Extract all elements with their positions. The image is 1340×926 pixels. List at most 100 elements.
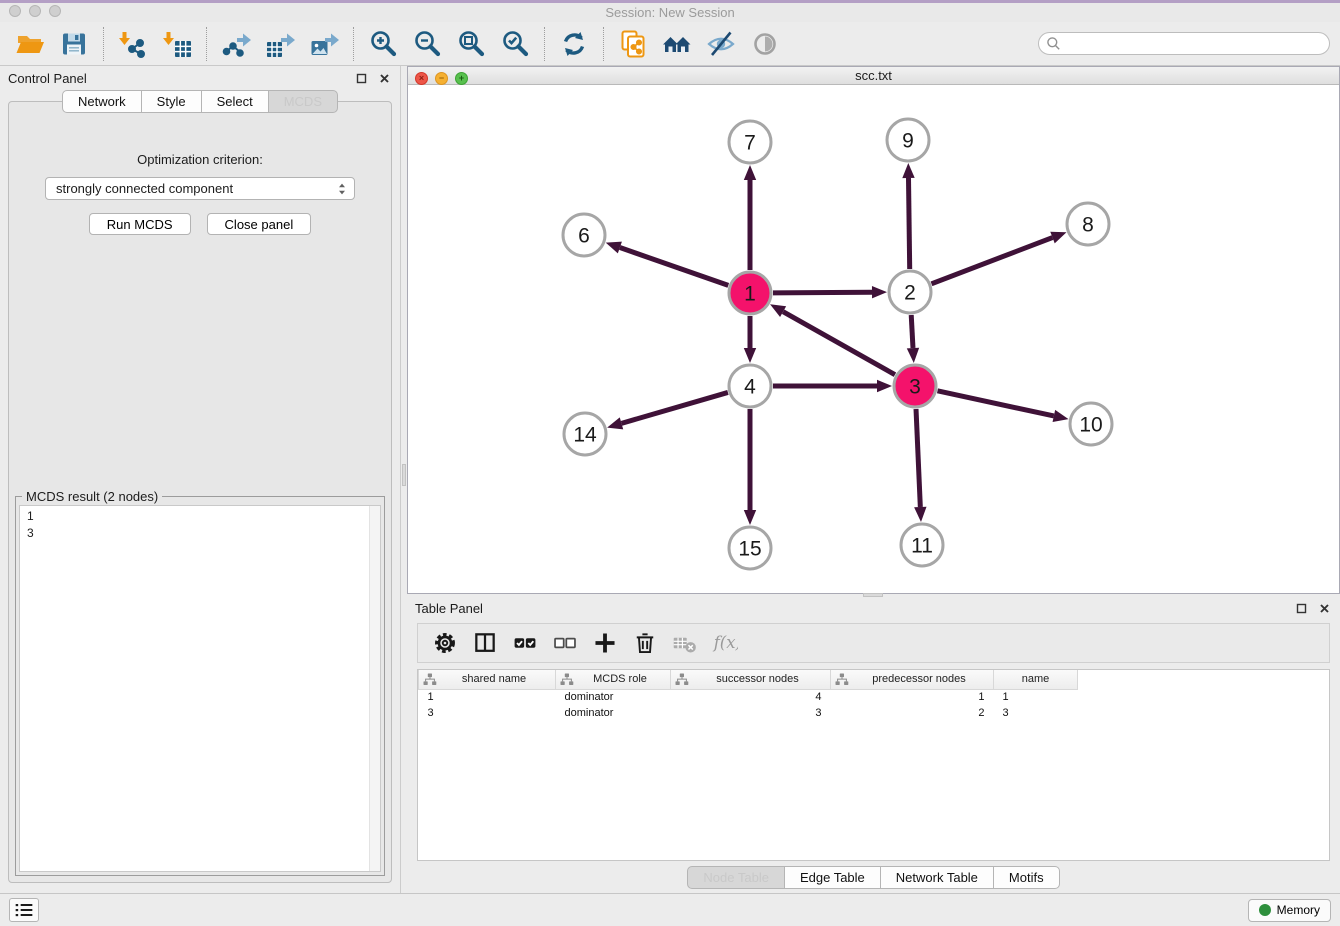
graph-edge-3-1[interactable] — [783, 312, 895, 375]
zoom-window-button[interactable] — [49, 5, 61, 17]
vertical-splitter[interactable] — [400, 66, 407, 893]
column-header-predecessor-nodes[interactable]: predecessor nodes — [831, 670, 994, 689]
graph-node-label: 2 — [904, 282, 916, 305]
export-image-button[interactable] — [304, 27, 344, 61]
attribute-type-icon — [675, 673, 689, 686]
tab-node-table[interactable]: Node Table — [687, 866, 785, 889]
network-close-button[interactable]: × — [415, 72, 428, 85]
status-bar: Memory — [0, 893, 1340, 926]
attribute-type-icon — [560, 673, 574, 686]
splitter-grip[interactable] — [863, 593, 883, 597]
table-panel-title: Table Panel — [415, 601, 1286, 616]
column-header-successor-nodes[interactable]: successor nodes — [671, 670, 831, 689]
delete-table-button[interactable] — [668, 628, 702, 658]
criterion-dropdown[interactable]: strongly connected component — [45, 177, 355, 200]
tab-network-table[interactable]: Network Table — [880, 866, 994, 889]
column-header-label: successor nodes — [689, 673, 826, 685]
export-table-button[interactable] — [260, 27, 300, 61]
export-network-button[interactable] — [216, 27, 256, 61]
control-panel-float-button[interactable] — [354, 71, 369, 86]
horizontal-splitter[interactable] — [407, 594, 1340, 596]
zoom-in-button[interactable] — [363, 27, 403, 61]
control-panel-header: Control Panel — [0, 66, 400, 90]
show-panels-button[interactable] — [9, 898, 39, 922]
table-cell[interactable]: 3 — [419, 705, 556, 721]
table-cell[interactable]: dominator — [556, 705, 671, 721]
first-neighbors-button[interactable] — [657, 27, 697, 61]
minimize-window-button[interactable] — [29, 5, 41, 17]
result-scrollbar[interactable] — [369, 506, 380, 871]
node-table-container: shared name MCDS role successor nodes prede… — [417, 669, 1330, 861]
import-table-button[interactable] — [157, 27, 197, 61]
deselect-all-rows-button[interactable] — [548, 628, 582, 658]
column-header-shared-name[interactable]: shared name — [419, 670, 556, 689]
add-column-button[interactable] — [588, 628, 622, 658]
table-panel-header: Table Panel — [407, 596, 1340, 620]
search-box[interactable] — [1038, 32, 1330, 55]
graph-edge-1-6[interactable] — [620, 248, 728, 286]
column-header-MCDS-role[interactable]: MCDS role — [556, 670, 671, 689]
memory-button[interactable]: Memory — [1248, 899, 1331, 922]
mcds-panel: Optimization criterion: strongly connect… — [8, 101, 392, 883]
table-panel-float-button[interactable] — [1294, 601, 1309, 616]
table-cell[interactable]: dominator — [556, 689, 671, 705]
splitter-grip[interactable] — [402, 464, 406, 486]
table-cell[interactable]: 2 — [831, 705, 994, 721]
close-window-button[interactable] — [9, 5, 21, 17]
copy-network-button[interactable] — [613, 27, 653, 61]
table-cell[interactable]: 1 — [994, 689, 1078, 705]
toolbar-separator — [103, 27, 104, 61]
table-cell[interactable]: 1 — [419, 689, 556, 705]
table-settings-button[interactable] — [428, 628, 462, 658]
close-panel-button[interactable]: Close panel — [207, 213, 312, 235]
table-cell[interactable]: 1 — [831, 689, 994, 705]
table-cell[interactable]: 4 — [671, 689, 831, 705]
graph-node-label: 8 — [1082, 214, 1094, 237]
zoom-out-button[interactable] — [407, 27, 447, 61]
toolbar-separator — [206, 27, 207, 61]
control-panel-close-button[interactable] — [377, 71, 392, 86]
show-all-button[interactable] — [745, 27, 785, 61]
split-panel-button[interactable] — [468, 628, 502, 658]
table-panel-close-button[interactable] — [1317, 601, 1332, 616]
function-builder-button[interactable]: f(x) — [708, 628, 742, 658]
apply-layout-button[interactable] — [554, 27, 594, 61]
graph-edge-2-9[interactable] — [909, 178, 910, 269]
zoom-fit-button[interactable] — [451, 27, 491, 61]
float-window-icon — [356, 73, 367, 84]
tab-motifs[interactable]: Motifs — [993, 866, 1060, 889]
table-cell[interactable]: 3 — [671, 705, 831, 721]
tab-style[interactable]: Style — [141, 90, 202, 113]
import-network-button[interactable] — [113, 27, 153, 61]
column-header-name[interactable]: name — [994, 670, 1078, 689]
network-maximize-button[interactable]: + — [455, 72, 468, 85]
export-network-icon — [221, 29, 251, 59]
tab-select[interactable]: Select — [201, 90, 269, 113]
search-input[interactable] — [1065, 37, 1322, 51]
hide-selected-button[interactable] — [701, 27, 741, 61]
column-header-label: MCDS role — [574, 673, 666, 685]
delete-column-button[interactable] — [628, 628, 662, 658]
open-session-button[interactable] — [10, 27, 50, 61]
network-canvas[interactable]: 1234678910111415 — [408, 85, 1339, 593]
network-minimize-button[interactable]: − — [435, 72, 448, 85]
run-mcds-button[interactable]: Run MCDS — [89, 213, 191, 235]
table-cell[interactable]: 3 — [994, 705, 1078, 721]
graph-edge-3-10[interactable] — [937, 391, 1053, 416]
dropdown-stepper-icon — [334, 181, 350, 197]
graph-edge-1-2[interactable] — [773, 292, 872, 293]
save-session-button[interactable] — [54, 27, 94, 61]
graph-edge-arrowhead — [914, 507, 926, 522]
graph-edge-3-11[interactable] — [916, 409, 920, 507]
select-all-rows-button[interactable] — [508, 628, 542, 658]
mcds-result-textarea[interactable]: 13 — [19, 505, 381, 872]
graph-edge-2-8[interactable] — [931, 238, 1052, 284]
tab-edge-table[interactable]: Edge Table — [784, 866, 881, 889]
graph-edge-2-3[interactable] — [911, 315, 913, 348]
graph-edge-4-14[interactable] — [621, 392, 727, 423]
tab-network[interactable]: Network — [62, 90, 142, 113]
tab-mcds[interactable]: MCDS — [268, 90, 338, 113]
optimization-criterion-label: Optimization criterion: — [9, 152, 391, 167]
list-icon — [13, 900, 35, 920]
zoom-selected-button[interactable] — [495, 27, 535, 61]
